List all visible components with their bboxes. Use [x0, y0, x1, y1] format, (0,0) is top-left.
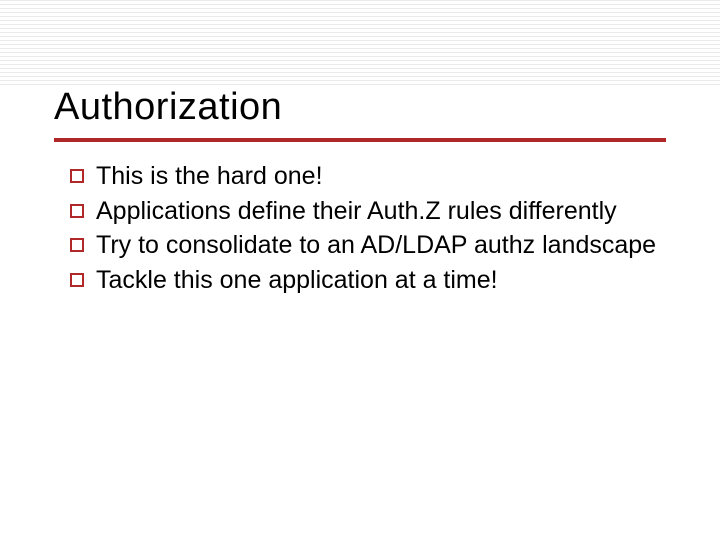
slide-body: This is the hard one! Applications defin…	[70, 160, 660, 298]
square-bullet-icon	[70, 273, 84, 287]
list-item: Try to consolidate to an AD/LDAP authz l…	[70, 229, 660, 262]
header-rule-pattern	[0, 0, 720, 85]
slide-title: Authorization	[54, 86, 282, 129]
bullet-text: This is the hard one!	[96, 160, 660, 193]
bullet-text: Tackle this one application at a time!	[96, 264, 660, 297]
list-item: Applications define their Auth.Z rules d…	[70, 195, 660, 228]
list-item: Tackle this one application at a time!	[70, 264, 660, 297]
title-underline	[54, 138, 666, 142]
list-item: This is the hard one!	[70, 160, 660, 193]
bullet-text: Applications define their Auth.Z rules d…	[96, 195, 660, 228]
square-bullet-icon	[70, 169, 84, 183]
square-bullet-icon	[70, 204, 84, 218]
square-bullet-icon	[70, 238, 84, 252]
slide: Authorization This is the hard one! Appl…	[0, 0, 720, 540]
bullet-text: Try to consolidate to an AD/LDAP authz l…	[96, 229, 660, 262]
